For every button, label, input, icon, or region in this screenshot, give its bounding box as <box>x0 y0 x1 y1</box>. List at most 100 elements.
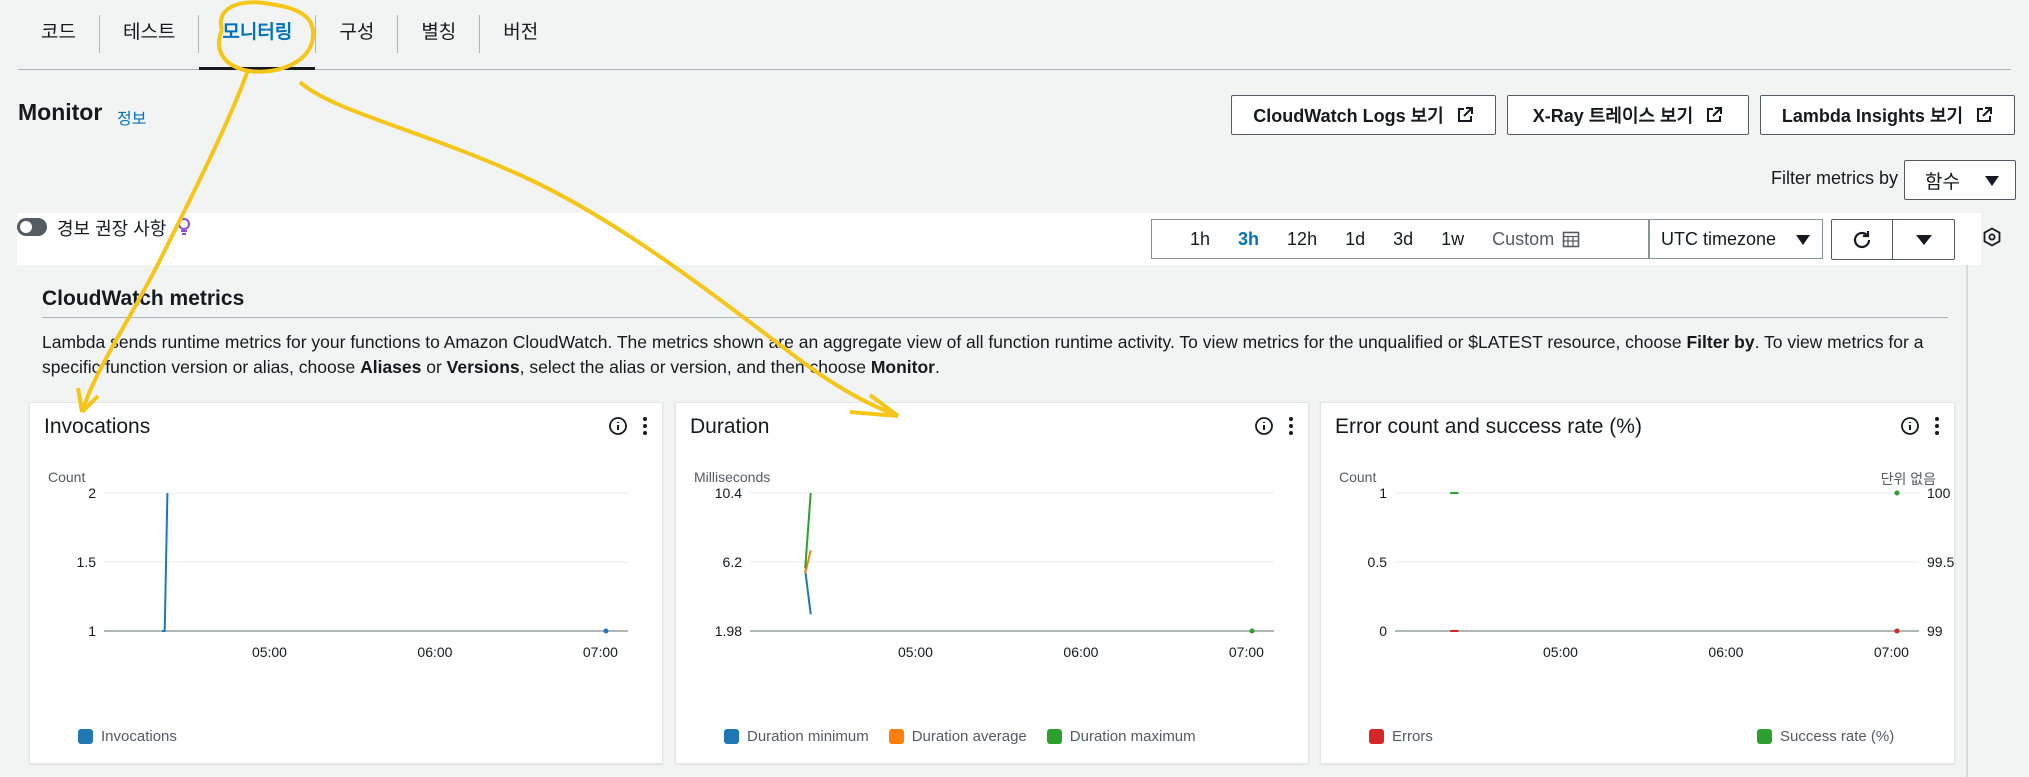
caret-down-icon <box>1985 176 1999 186</box>
legend-swatch <box>1757 729 1772 744</box>
time-range-1d[interactable]: 1d <box>1331 229 1379 250</box>
chart-legend: Invocations <box>78 728 177 745</box>
external-link-icon <box>1977 107 1993 122</box>
x-tick-label: 06:00 <box>1708 644 1743 660</box>
button-label: Lambda Insights 보기 <box>1781 106 1964 126</box>
filter-metrics-select[interactable]: 함수 <box>1904 160 2016 200</box>
view-cloudwatch-logs-button[interactable]: CloudWatch Logs 보기 <box>1231 95 1496 135</box>
legend-label: Invocations <box>101 728 177 745</box>
y-tick-label: 1.5 <box>77 554 97 570</box>
time-range-selector: 1h 3h 12h 1d 3d 1w Custom <box>1151 219 1649 259</box>
x-tick-label: 07:00 <box>1874 644 1909 660</box>
invocations-plot: 2 1.5 1 05:00 06:00 07:00 <box>77 485 628 660</box>
refresh-button[interactable] <box>1831 219 1893 260</box>
y2-tick-label: 100 <box>1927 485 1951 501</box>
legend-swatch <box>724 729 739 744</box>
x-tick-label: 05:00 <box>252 644 287 660</box>
timezone-select[interactable]: UTC timezone <box>1649 219 1823 259</box>
tab-versions[interactable]: 버전 <box>480 0 561 69</box>
y-tick-label: 2 <box>88 485 96 501</box>
y-tick-label: 0 <box>1379 623 1387 639</box>
y-tick-label: 1 <box>1379 485 1387 501</box>
refresh-icon <box>1853 230 1871 248</box>
external-link-icon <box>1707 107 1723 122</box>
legend-label: Duration maximum <box>1069 728 1196 745</box>
tab-test[interactable]: 테스트 <box>100 0 198 69</box>
tab-aliases[interactable]: 별칭 <box>398 0 479 69</box>
x-tick-label: 07:00 <box>583 644 618 660</box>
metrics-description: Lambda sends runtime metrics for your fu… <box>42 330 1947 380</box>
legend-swatch <box>78 729 93 744</box>
legend-label: Errors <box>1392 728 1433 745</box>
page-title: Monitor <box>18 99 103 125</box>
x-tick-label: 06:00 <box>1063 644 1098 660</box>
desc-bold: Versions <box>446 357 520 377</box>
error-success-chart-card: Error count and success rate (%) Count 단… <box>1320 402 1955 764</box>
series-point <box>1249 628 1255 634</box>
y-tick-label: 1 <box>88 623 96 639</box>
duration-chart-card: Duration Milliseconds 10.4 6.2 1.98 05:00 06… <box>675 402 1309 764</box>
desc-text: or <box>421 357 447 377</box>
caret-down-icon <box>1916 235 1932 245</box>
y-tick-label: 1.98 <box>715 623 742 639</box>
chart-legend-right: Success rate (%) <box>1757 728 1894 745</box>
time-range-1h[interactable]: 1h <box>1152 229 1224 250</box>
chart-legend: Duration minimum Duration average Durati… <box>724 728 1196 745</box>
timezone-value: UTC timezone <box>1661 228 1777 249</box>
tab-code[interactable]: 코드 <box>18 0 99 69</box>
desc-text: Lambda sends runtime metrics for your fu… <box>42 332 1687 352</box>
desc-bold: Monitor <box>870 357 935 377</box>
external-link-icon <box>1457 107 1473 122</box>
filter-value: 함수 <box>1925 171 1960 193</box>
series-point <box>1894 628 1900 634</box>
chart-legend: Errors <box>1369 728 1433 745</box>
legend-label: Success rate (%) <box>1780 728 1895 745</box>
y2-tick-label: 99 <box>1927 623 1943 639</box>
button-label: CloudWatch Logs 보기 <box>1253 106 1444 126</box>
calendar-icon[interactable] <box>1562 230 1580 248</box>
legend-swatch <box>888 729 904 744</box>
refresh-options-dropdown[interactable] <box>1893 219 1955 260</box>
x-tick-label: 05:00 <box>898 644 933 660</box>
y2-tick-label: 99.5 <box>1927 554 1954 570</box>
y-tick-label: 10.4 <box>715 485 742 501</box>
time-range-1w[interactable]: 1w <box>1427 229 1478 250</box>
settings-hex-icon[interactable] <box>1982 227 2002 247</box>
series-point <box>603 628 609 634</box>
series-line <box>804 569 812 615</box>
legend-swatch <box>1369 729 1384 744</box>
tab-monitoring[interactable]: 모니터링 <box>199 0 316 70</box>
lightbulb-icon <box>178 218 190 235</box>
info-link[interactable]: 정보 <box>117 105 146 129</box>
desc-text: , select the alias or version, and then … <box>519 357 871 377</box>
x-tick-label: 07:00 <box>1229 644 1264 660</box>
tab-configuration[interactable]: 구성 <box>316 0 397 69</box>
split-panel-divider <box>1966 265 1968 777</box>
desc-bold: Filter by <box>1686 332 1755 352</box>
legend-label: Duration average <box>911 728 1027 745</box>
view-xray-traces-button[interactable]: X-Ray 트레이스 보기 <box>1507 95 1749 135</box>
invocations-chart-card: Invocations Count 2 1.5 1 05:00 06:00 07:00 I… <box>29 402 663 764</box>
desc-bold: Aliases <box>360 357 422 377</box>
caret-down-icon <box>1796 235 1810 245</box>
divider <box>42 317 1948 318</box>
alarm-recommendations-label: 경보 권장 사항 <box>57 219 167 239</box>
legend-swatch <box>1046 729 1062 744</box>
desc-text: . <box>934 357 940 377</box>
time-range-3h[interactable]: 3h <box>1224 229 1273 250</box>
time-range-3d[interactable]: 3d <box>1379 229 1427 250</box>
alarm-recommendations-toggle[interactable] <box>17 218 47 236</box>
view-lambda-insights-button[interactable]: Lambda Insights 보기 <box>1760 95 2015 135</box>
legend-label: Duration minimum <box>747 728 869 745</box>
x-tick-label: 06:00 <box>417 644 452 660</box>
series-point <box>1894 490 1900 496</box>
y-tick-label: 0.5 <box>1368 554 1388 570</box>
cloudwatch-metrics-title: CloudWatch metrics <box>42 287 245 310</box>
x-tick-label: 05:00 <box>1543 644 1578 660</box>
filter-metrics-label: Filter metrics by <box>1771 168 1899 188</box>
button-label: X-Ray 트레이스 보기 <box>1532 106 1694 126</box>
duration-plot: 10.4 6.2 1.98 05:00 06:00 07:00 <box>715 485 1274 660</box>
tab-bar: 코드 테스트 모니터링 구성 별칭 버전 <box>18 0 2011 70</box>
time-range-12h[interactable]: 12h <box>1273 229 1331 250</box>
time-range-custom[interactable]: Custom <box>1478 229 1562 250</box>
